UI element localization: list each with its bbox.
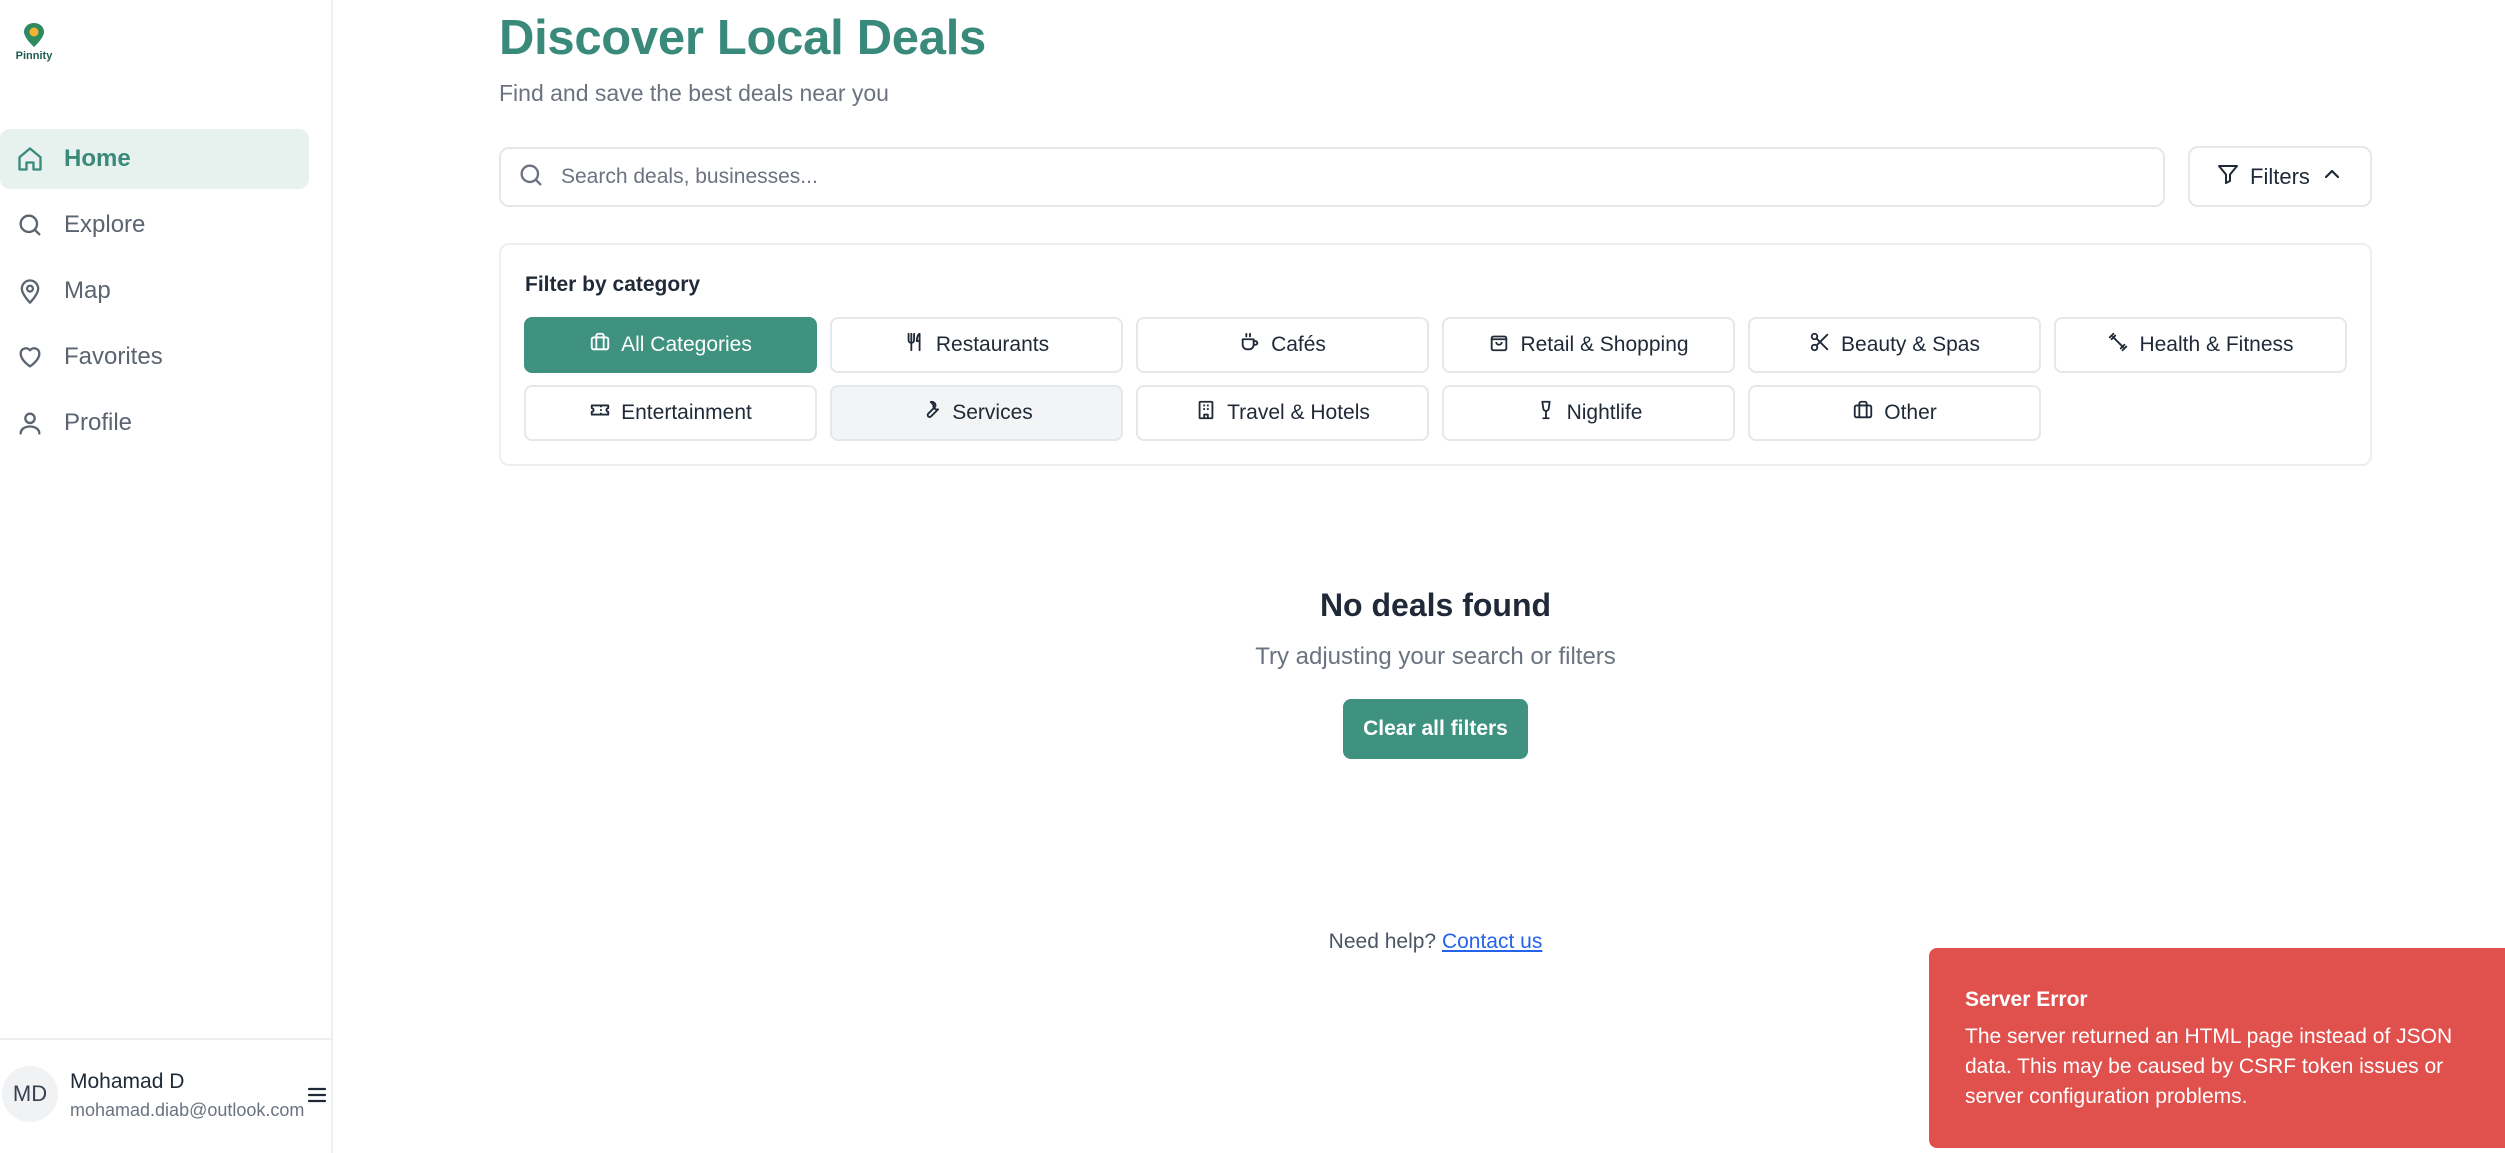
category-label: Retail & Shopping: [1520, 333, 1689, 356]
category-label: Services: [952, 401, 1033, 424]
category-label: Health & Fitness: [2139, 333, 2294, 356]
category-label: Entertainment: [621, 401, 752, 424]
page-subtitle: Find and save the best deals near you: [499, 80, 889, 106]
server-error-toast[interactable]: Server Error The server returned an HTML…: [1929, 948, 2505, 1148]
search-bar[interactable]: [499, 147, 2165, 207]
filters-button[interactable]: Filters: [2188, 146, 2372, 207]
app-logo[interactable]: Pinnity: [12, 20, 56, 66]
briefcase-icon: [1852, 399, 1874, 427]
category-cafes-button[interactable]: Cafés: [1136, 317, 1429, 373]
empty-state-subtitle: Try adjusting your search or filters: [1255, 643, 1616, 670]
coffee-icon: [1239, 331, 1261, 359]
avatar: MD: [2, 1066, 58, 1122]
category-retail-shopping-button[interactable]: Retail & Shopping: [1442, 317, 1735, 373]
empty-state-title: No deals found: [1319, 587, 1552, 623]
category-label: Beauty & Spas: [1841, 333, 1980, 356]
category-all-categories-button[interactable]: All Categories: [524, 317, 817, 373]
filter-icon: [2216, 162, 2240, 192]
category-heading: Filter by category: [525, 273, 701, 296]
sidebar-item-explore[interactable]: Explore: [0, 195, 309, 255]
sidebar-nav: Home Explore Map Favorites Profile: [0, 129, 333, 459]
page-title: Discover Local Deals: [499, 11, 986, 65]
home-icon: [16, 145, 44, 173]
sidebar-item-profile[interactable]: Profile: [0, 393, 309, 453]
category-grid: All Categories Restaurants Cafés Retail …: [524, 317, 2349, 441]
sidebar-item-label: Profile: [64, 409, 133, 436]
category-services-button[interactable]: Services: [830, 385, 1123, 441]
category-entertainment-button[interactable]: Entertainment: [524, 385, 817, 441]
user-account[interactable]: MD Mohamad D mohamad.diab@outlook.com: [0, 1038, 333, 1153]
toast-message: The server returned an HTML page instead…: [1965, 1025, 2453, 1108]
wine-icon: [1535, 399, 1557, 427]
search-input[interactable]: [559, 164, 2059, 190]
toast-title: Server Error: [1965, 988, 2088, 1011]
category-label: Cafés: [1271, 333, 1326, 356]
sidebar-item-label: Favorites: [64, 343, 163, 370]
category-health-fitness-button[interactable]: Health & Fitness: [2054, 317, 2347, 373]
category-nightlife-button[interactable]: Nightlife: [1442, 385, 1735, 441]
sidebar-item-home[interactable]: Home: [0, 129, 309, 189]
category-travel-hotels-button[interactable]: Travel & Hotels: [1136, 385, 1429, 441]
clear-all-filters-button[interactable]: Clear all filters: [1343, 699, 1528, 759]
sidebar-item-label: Map: [64, 277, 111, 304]
map-pin-icon: [16, 277, 44, 305]
sidebar-item-label: Home: [64, 145, 131, 172]
filters-button-label: Filters: [2250, 163, 2310, 189]
user-icon: [16, 409, 44, 437]
user-name: Mohamad D: [70, 1070, 185, 1093]
sidebar: Pinnity Home Explore Map Favorites Profi…: [0, 0, 333, 1153]
category-label: All Categories: [621, 333, 752, 356]
hamburger-menu-icon[interactable]: [306, 1084, 328, 1106]
heart-icon: [16, 343, 44, 371]
wrench-icon: [920, 399, 942, 427]
category-label: Other: [1884, 401, 1937, 424]
user-email: mohamad.diab@outlook.com: [70, 1100, 305, 1120]
logo-text: Pinnity: [15, 50, 53, 62]
search-icon: [16, 211, 44, 239]
logo-pin-icon: [24, 23, 44, 47]
category-beauty-spas-button[interactable]: Beauty & Spas: [1748, 317, 2041, 373]
category-filter-panel: Filter by category All Categories Restau…: [499, 243, 2372, 466]
building-icon: [1195, 399, 1217, 427]
category-restaurants-button[interactable]: Restaurants: [830, 317, 1123, 373]
dumbbell-icon: [2107, 331, 2129, 359]
briefcase-icon: [589, 331, 611, 359]
category-other-button[interactable]: Other: [1748, 385, 2041, 441]
ticket-icon: [589, 399, 611, 427]
scissors-icon: [1809, 331, 1831, 359]
category-label: Nightlife: [1566, 401, 1643, 424]
help-text: Need help?: [1328, 930, 1437, 953]
category-label: Travel & Hotels: [1227, 401, 1370, 424]
chevron-up-icon: [2320, 162, 2344, 192]
shopping-bag-icon: [1488, 331, 1510, 359]
sidebar-item-label: Explore: [64, 211, 146, 238]
utensils-icon: [904, 331, 926, 359]
contact-us-link[interactable]: Contact us: [1442, 930, 1542, 953]
sidebar-item-map[interactable]: Map: [0, 261, 309, 321]
sidebar-item-favorites[interactable]: Favorites: [0, 327, 309, 387]
category-label: Restaurants: [935, 333, 1050, 356]
search-icon: [517, 161, 545, 194]
